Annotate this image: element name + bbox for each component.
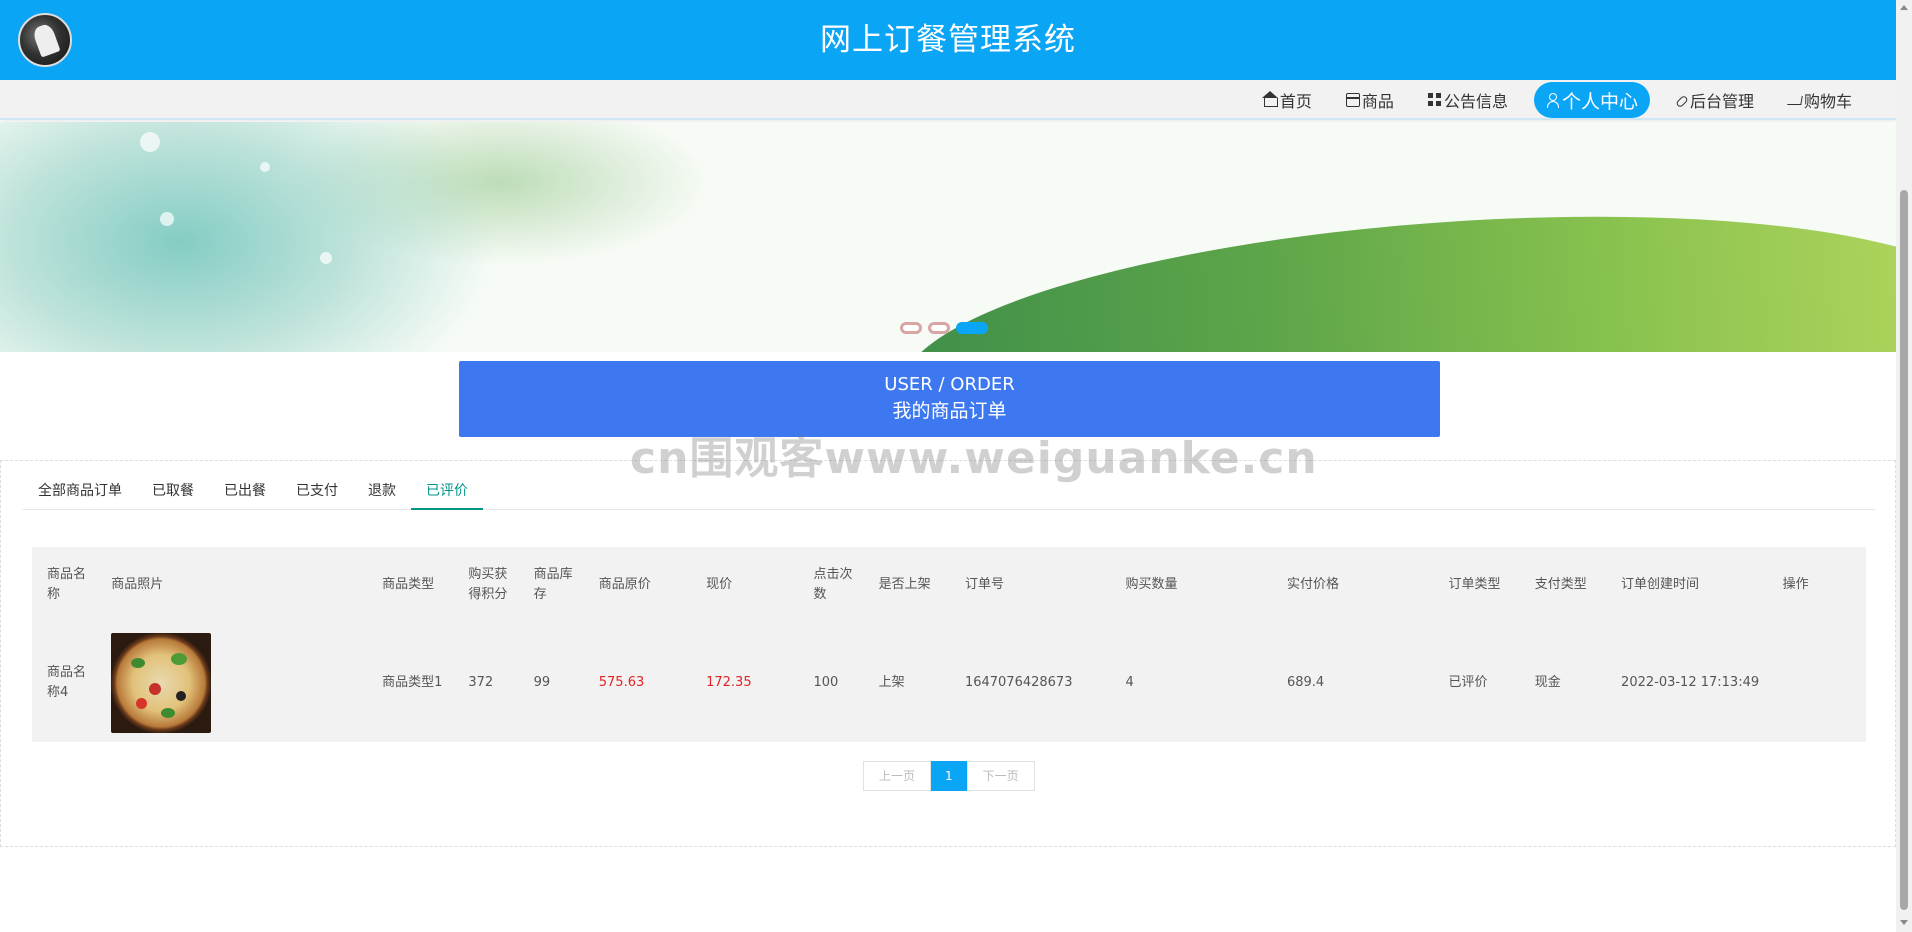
nav-item-home[interactable]: 首页 xyxy=(1256,82,1320,118)
cell-product-name: 商品名称4 xyxy=(47,664,87,700)
site-title: 网上订餐管理系统 xyxy=(820,22,1076,58)
table-header-row: 商品名称 商品照片 商品类型 购买获得积分 商品库存 商品原价 现价 点击次数 … xyxy=(32,547,1866,623)
banner-carousel xyxy=(0,122,1896,352)
column-header: 商品照片 xyxy=(111,577,164,592)
cell-stock: 99 xyxy=(533,674,551,690)
tab-picked-up[interactable]: 已取餐 xyxy=(137,475,209,510)
order-section-header: USER / ORDER 我的商品订单 xyxy=(459,361,1440,437)
order-header-english: USER / ORDER xyxy=(884,374,1015,395)
column-header: 现价 xyxy=(706,577,733,592)
nav-item-products[interactable]: 商品 xyxy=(1338,82,1402,118)
banner-splash xyxy=(320,252,332,264)
user-icon xyxy=(1546,93,1560,108)
cell-product-type: 商品类型1 xyxy=(382,674,443,690)
topping xyxy=(176,690,187,701)
nav-item-label: 后台管理 xyxy=(1689,92,1754,111)
nav-menu: 首页 商品 公告信息 个人中心 后台管理 购物车 xyxy=(1256,80,1860,120)
cell-action xyxy=(1768,623,1866,742)
nav-item-label: 个人中心 xyxy=(1561,90,1638,113)
column-header: 点击次数 xyxy=(813,567,853,602)
orders-table-container: 商品名称 商品照片 商品类型 购买获得积分 商品库存 商品原价 现价 点击次数 … xyxy=(32,547,1866,742)
banner-splash xyxy=(260,162,270,172)
nav-item-label: 购物车 xyxy=(1803,92,1852,111)
banner-hill-art xyxy=(892,183,1896,352)
carousel-dot-active[interactable] xyxy=(956,322,988,334)
topping xyxy=(136,697,148,709)
nav-item-cart[interactable]: 购物车 xyxy=(1780,82,1860,118)
column-header: 商品类型 xyxy=(382,577,435,592)
tab-reviewed[interactable]: 已评价 xyxy=(411,475,483,510)
topping xyxy=(131,657,146,668)
tab-paid[interactable]: 已支付 xyxy=(281,475,353,510)
carousel-indicators xyxy=(900,322,988,334)
topping xyxy=(171,652,188,665)
column-header: 是否上架 xyxy=(878,577,931,592)
column-header: 订单号 xyxy=(964,577,1004,592)
column-header: 商品库存 xyxy=(533,567,573,602)
cell-current-price: 172.35 xyxy=(706,674,752,690)
cart-icon xyxy=(1787,95,1803,105)
tab-refund[interactable]: 退款 xyxy=(353,475,411,510)
column-header: 购买获得积分 xyxy=(468,567,508,602)
pagination: 上一页 1 下一页 xyxy=(863,761,1035,791)
scrollbar-thumb[interactable] xyxy=(1900,190,1908,910)
topping xyxy=(149,682,162,695)
cell-created-at: 2022-03-12 17:13:49 xyxy=(1621,674,1760,690)
cell-clicks: 100 xyxy=(813,674,839,690)
scroll-down-arrow-icon[interactable] xyxy=(1900,920,1908,925)
column-header: 订单类型 xyxy=(1448,577,1501,592)
home-icon xyxy=(1261,90,1278,107)
tab-served[interactable]: 已出餐 xyxy=(209,475,281,510)
nav-item-announcements[interactable]: 公告信息 xyxy=(1420,82,1516,118)
cell-pay-type: 现金 xyxy=(1534,674,1561,690)
column-header: 商品名称 xyxy=(47,567,87,602)
cell-order-number: 1647076428673 xyxy=(964,674,1073,690)
column-header: 购买数量 xyxy=(1125,577,1178,592)
page-scrollbar[interactable] xyxy=(1896,0,1912,932)
order-header-chinese: 我的商品订单 xyxy=(892,400,1007,422)
cell-points: 372 xyxy=(468,674,494,690)
nav-item-admin[interactable]: 后台管理 xyxy=(1668,82,1762,118)
scroll-up-arrow-icon[interactable] xyxy=(1900,5,1908,10)
banner-splash xyxy=(160,212,174,226)
column-header: 操作 xyxy=(1782,577,1809,592)
column-header: 实付价格 xyxy=(1286,577,1339,592)
top-header-bar: 网上订餐管理系统 xyxy=(0,0,1896,80)
cell-paid-price: 689.4 xyxy=(1286,674,1325,690)
nav-item-label: 首页 xyxy=(1279,92,1312,111)
nav-item-personal-center[interactable]: 个人中心 xyxy=(1533,82,1650,118)
cell-original-price: 575.63 xyxy=(598,674,645,690)
column-header: 支付类型 xyxy=(1534,577,1587,592)
page-number-current[interactable]: 1 xyxy=(931,761,967,791)
carousel-dot[interactable] xyxy=(928,322,950,334)
column-header: 订单创建时间 xyxy=(1621,577,1700,592)
cell-product-photo xyxy=(96,623,367,742)
topping xyxy=(161,707,176,718)
column-header: 商品原价 xyxy=(598,577,651,592)
banner-splash xyxy=(140,132,160,152)
cell-order-type: 已评价 xyxy=(1448,674,1488,690)
calendar-icon xyxy=(1345,93,1360,107)
nav-item-label: 商品 xyxy=(1361,92,1394,111)
orders-table: 商品名称 商品照片 商品类型 购买获得积分 商品库存 商品原价 现价 点击次数 … xyxy=(32,547,1866,742)
tab-all-orders[interactable]: 全部商品订单 xyxy=(23,475,137,510)
carousel-dot[interactable] xyxy=(900,322,922,334)
cell-quantity: 4 xyxy=(1125,674,1134,690)
nav-item-label: 公告信息 xyxy=(1443,92,1508,111)
navigation-bar: 首页 商品 公告信息 个人中心 后台管理 购物车 xyxy=(0,80,1896,120)
table-row[interactable]: 商品名称4 商品类型1 372 99 575.63 172.35 100 上架 … xyxy=(32,623,1866,742)
orders-panel: 全部商品订单 已取餐 已出餐 已支付 退款 已评价 商品名称 商品照片 商品类型… xyxy=(0,460,1896,847)
grid-icon xyxy=(1427,93,1442,107)
order-status-tabs: 全部商品订单 已取餐 已出餐 已支付 退款 已评价 xyxy=(23,475,1875,510)
link-icon xyxy=(1675,94,1689,108)
pizza-image[interactable] xyxy=(111,632,212,733)
prev-page-button[interactable]: 上一页 xyxy=(863,761,932,791)
next-page-button[interactable]: 下一页 xyxy=(966,761,1035,791)
cell-on-shelf: 上架 xyxy=(878,674,905,690)
